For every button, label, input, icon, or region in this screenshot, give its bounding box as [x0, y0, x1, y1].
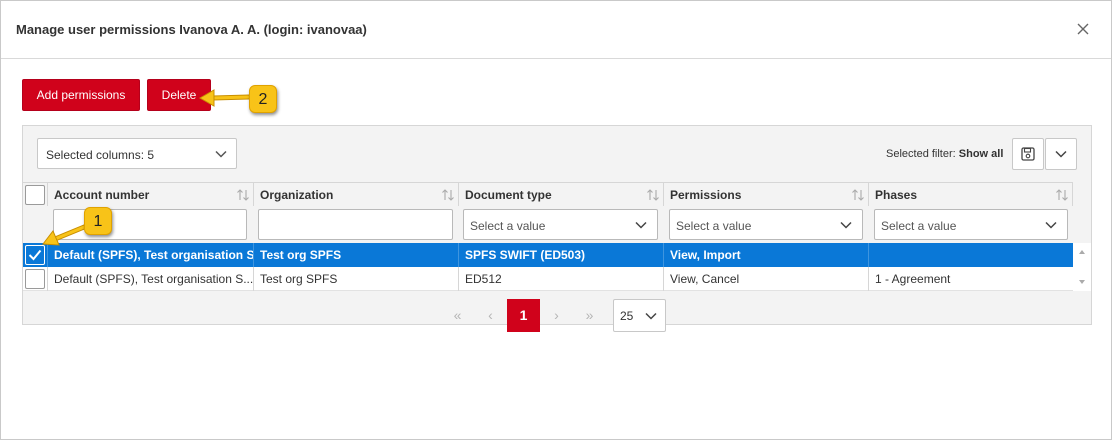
cell-document-type: ED512	[459, 267, 664, 291]
cell-phases	[869, 243, 1073, 267]
row-select-cell	[23, 267, 48, 291]
header-phases[interactable]: Phases	[869, 183, 1073, 207]
save-filter-button[interactable]	[1012, 138, 1044, 170]
document-type-filter-select[interactable]: Select a value	[463, 209, 658, 240]
first-page-button[interactable]: «	[441, 299, 474, 332]
header-document-type[interactable]: Document type	[459, 183, 664, 207]
filter-placeholder: Select a value	[470, 219, 546, 233]
header-account-number[interactable]: Account number	[48, 183, 254, 207]
chevron-down-icon	[645, 312, 657, 320]
organization-filter-cell	[258, 209, 453, 240]
manage-permissions-dialog: Manage user permissions Ivanova A. A. (l…	[0, 0, 1112, 440]
phases-filter-cell: Select a value	[874, 209, 1068, 240]
chevron-down-icon	[215, 150, 227, 158]
sort-icon[interactable]	[851, 188, 865, 202]
table-header: Account number Organization Document typ…	[23, 182, 1073, 207]
organization-filter-input[interactable]	[258, 209, 453, 240]
permissions-grid: Selected columns: 5 Selected filter: Sho…	[22, 125, 1092, 332]
permissions-filter-select[interactable]: Select a value	[669, 209, 863, 240]
page-size-select[interactable]: 25	[613, 299, 666, 332]
header-label: Phases	[875, 188, 918, 202]
cell-permissions: View, Cancel	[664, 267, 869, 291]
row-checkbox[interactable]	[25, 269, 45, 289]
select-all-cell	[23, 183, 48, 207]
dialog-header: Manage user permissions Ivanova A. A. (l…	[1, 1, 1111, 59]
sort-icon[interactable]	[236, 188, 250, 202]
vertical-scrollbar[interactable]	[1073, 243, 1091, 291]
header-organization[interactable]: Organization	[254, 183, 459, 207]
scroll-down-icon	[1079, 280, 1085, 284]
sort-icon[interactable]	[646, 188, 660, 202]
filter-menu-button[interactable]	[1045, 138, 1077, 170]
document-type-filter-cell: Select a value	[463, 209, 658, 240]
chevron-down-icon	[1055, 150, 1067, 158]
chevron-down-icon	[1045, 221, 1057, 229]
prev-page-button[interactable]: ‹	[474, 299, 507, 332]
page-1-button[interactable]: 1	[507, 299, 540, 332]
filter-value: Show all	[958, 148, 1004, 160]
table-row[interactable]: Default (SPFS), Test organisation S... T…	[23, 267, 1073, 291]
scroll-up-icon	[1079, 250, 1085, 254]
sort-icon[interactable]	[1055, 188, 1069, 202]
next-page-button[interactable]: ›	[540, 299, 573, 332]
callout-arrow-icon	[198, 89, 251, 107]
phases-filter-select[interactable]: Select a value	[874, 209, 1068, 240]
header-label: Document type	[465, 188, 552, 202]
selected-filter: Selected filter: Show all	[886, 148, 1003, 160]
header-label: Permissions	[670, 188, 742, 202]
callout-badge-1: 1	[84, 207, 112, 235]
permissions-filter-cell: Select a value	[669, 209, 863, 240]
cell-permissions: View, Import	[664, 243, 869, 267]
filter-placeholder: Select a value	[676, 219, 752, 233]
cell-document-type: SPFS SWIFT (ED503)	[459, 243, 664, 267]
cell-organization: Test org SPFS	[254, 267, 459, 291]
last-page-button[interactable]: »	[573, 299, 606, 332]
sort-icon[interactable]	[441, 188, 455, 202]
selected-columns-label: Selected columns: 5	[46, 148, 155, 162]
dialog-title: Manage user permissions Ivanova A. A. (l…	[16, 22, 367, 37]
callout-badge-2: 2	[249, 85, 277, 113]
header-label: Organization	[260, 188, 334, 202]
filter-prefix: Selected filter:	[886, 148, 956, 160]
save-icon	[1021, 147, 1035, 161]
filter-placeholder: Select a value	[881, 219, 957, 233]
header-permissions[interactable]: Permissions	[664, 183, 869, 207]
table-row[interactable]: Default (SPFS), Test organisation S... T…	[23, 243, 1073, 267]
selected-columns-dropdown[interactable]: Selected columns: 5	[37, 138, 237, 169]
cell-organization: Test org SPFS	[254, 243, 459, 267]
select-all-checkbox[interactable]	[25, 185, 45, 205]
filter-row: Select a value Select a value Select a v…	[23, 206, 1073, 243]
cell-phases: 1 - Agreement	[875, 272, 951, 286]
chevron-down-icon	[635, 221, 647, 229]
page-size-value: 25	[620, 309, 634, 323]
pagination: « ‹ 1 › » 25	[23, 291, 1091, 381]
chevron-down-icon	[840, 221, 852, 229]
close-icon[interactable]	[1075, 21, 1091, 37]
cell-account: Default (SPFS), Test organisation S...	[48, 267, 254, 291]
header-label: Account number	[54, 188, 150, 202]
add-permissions-button[interactable]: Add permissions	[22, 79, 140, 111]
